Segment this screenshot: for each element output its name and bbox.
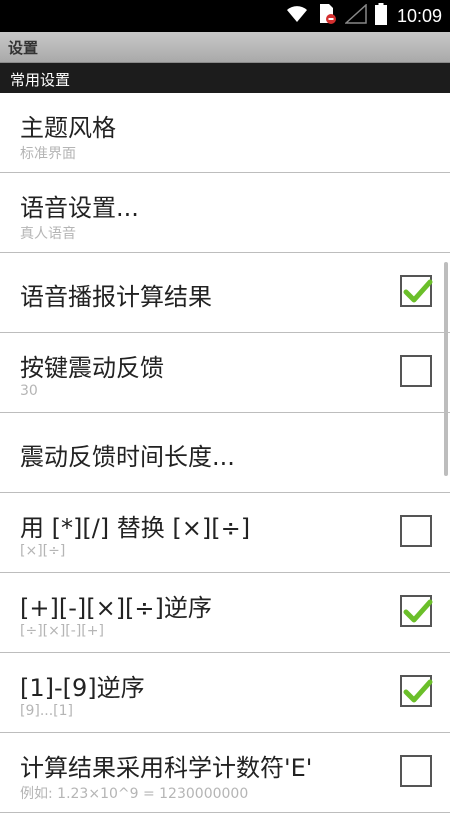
setting-summary: 例如: 1.23×10^9 = 1230000000 xyxy=(20,786,249,802)
setting-title: 用 [*][/] 替换 [×][÷] xyxy=(20,514,251,542)
reverse-digits-checkbox[interactable] xyxy=(400,675,433,707)
setting-reverse-operators[interactable]: [+][-][×][÷]逆序 [÷][×][-][+] xyxy=(0,573,450,653)
setting-summary: 真人语音 xyxy=(20,226,76,242)
clock: 10:09 xyxy=(396,5,442,26)
status-bar: 10:09 xyxy=(0,0,450,32)
setting-summary: 30 xyxy=(20,383,38,399)
setting-summary: 标准界面 xyxy=(20,146,76,162)
setting-title: 计算结果采用科学计数符'E' xyxy=(20,754,313,782)
setting-theme-style[interactable]: 主题风格 标准界面 xyxy=(0,93,450,173)
battery-icon xyxy=(374,3,387,29)
setting-summary: [÷][×][-][+] xyxy=(20,623,104,639)
setting-voice[interactable]: 语音设置... 真人语音 xyxy=(0,173,450,253)
replace-operators-checkbox[interactable] xyxy=(400,515,432,547)
page-title: 设置 xyxy=(8,39,39,57)
setting-title: 震动反馈时间长度... xyxy=(20,443,235,471)
setting-vibration-duration[interactable]: 震动反馈时间长度... xyxy=(0,413,450,493)
setting-summary: [×][÷] xyxy=(20,543,66,559)
setting-summary: [9]...[1] xyxy=(20,703,74,719)
setting-title: 按键震动反馈 xyxy=(20,354,164,382)
settings-list: 主题风格 标准界面 语音设置... 真人语音 语音播报计算结果 按键震动反馈 3… xyxy=(0,93,450,813)
setting-voice-result[interactable]: 语音播报计算结果 xyxy=(0,253,450,333)
wifi-icon xyxy=(285,4,309,28)
setting-title: 主题风格 xyxy=(20,114,116,142)
setting-reverse-digits[interactable]: [1]-[9]逆序 [9]...[1] xyxy=(0,653,450,733)
setting-scientific-notation[interactable]: 计算结果采用科学计数符'E' 例如: 1.23×10^9 = 123000000… xyxy=(0,733,450,813)
key-vibration-checkbox[interactable] xyxy=(400,355,432,387)
setting-title: [1]-[9]逆序 xyxy=(20,674,145,702)
reverse-operators-checkbox[interactable] xyxy=(400,595,433,627)
voice-result-checkbox[interactable] xyxy=(400,275,433,307)
scientific-notation-checkbox[interactable] xyxy=(400,755,432,787)
section-title: 常用设置 xyxy=(10,71,71,89)
setting-title: 语音设置... xyxy=(20,194,139,222)
setting-replace-operators[interactable]: 用 [*][/] 替换 [×][÷] [×][÷] xyxy=(0,493,450,573)
setting-title: [+][-][×][÷]逆序 xyxy=(20,594,212,622)
sim-error-icon xyxy=(317,3,337,29)
checkmark-icon xyxy=(403,599,433,623)
checkmark-icon xyxy=(403,679,433,703)
title-bar: 设置 xyxy=(0,32,450,63)
section-header: 常用设置 xyxy=(0,63,450,93)
checkmark-icon xyxy=(403,279,433,303)
setting-title: 语音播报计算结果 xyxy=(20,283,212,311)
scrollbar[interactable] xyxy=(444,262,448,476)
setting-key-vibration[interactable]: 按键震动反馈 30 xyxy=(0,333,450,413)
signal-icon xyxy=(343,3,367,28)
